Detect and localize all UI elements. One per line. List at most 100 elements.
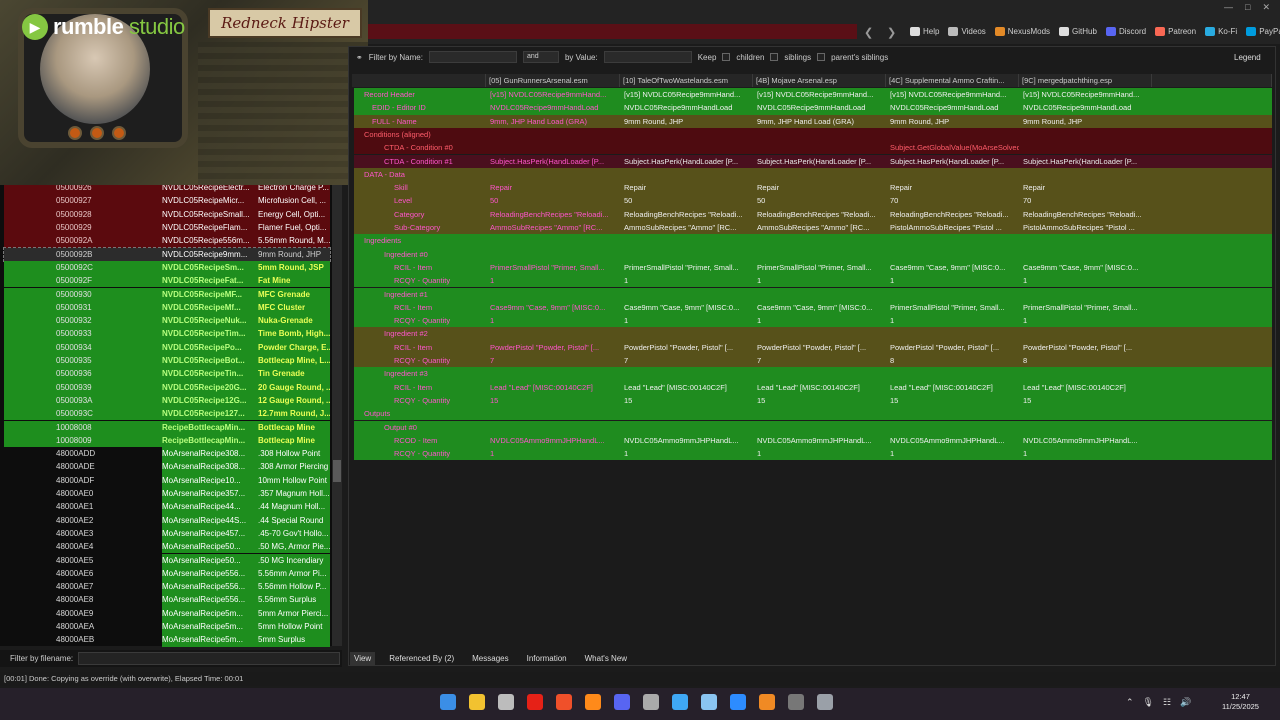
field-value-cell[interactable] (486, 128, 620, 141)
grid-row[interactable]: RCOD - Item NVDLC05Ammo9mmJHPHandL... NVDL… (354, 433, 1272, 448)
grid-row[interactable]: Skill Repair Repair Repair Repair Repair (354, 181, 1272, 195)
field-value-cell[interactable]: Lead "Lead" [MISC:00140C2F] (886, 381, 1019, 394)
record-list-row[interactable]: 0500092B NVDLC05Recipe9mm... 9mm Round, JH… (3, 246, 331, 262)
column-header[interactable]: [10] TaleOfTwoWastelands.esm (620, 74, 753, 87)
record-list-row[interactable]: 05000935 NVDLC05RecipeBot... Bottlecap Min… (4, 354, 330, 368)
back-arrow-icon[interactable]: ❮ (864, 26, 873, 39)
field-value-cell[interactable]: Subject.HasPerk(HandLoader [P... (886, 155, 1019, 168)
record-list-row[interactable]: 48000AE4 MoArsenalRecipe50... .50 MG, Armo… (4, 540, 330, 554)
tab-referenced-by-2[interactable]: Referenced By (2) (385, 652, 458, 665)
field-value-cell[interactable]: [v15] NVDLC05Recipe9mmHand... (886, 88, 1019, 101)
field-value-cell[interactable] (486, 234, 620, 247)
field-value-cell[interactable]: 70 (886, 194, 1019, 207)
field-value-cell[interactable]: 7 (620, 354, 753, 367)
file-explorer-icon[interactable] (469, 694, 485, 710)
record-list-row[interactable]: 0500093A NVDLC05Recipe12G... 12 Gauge Roun… (4, 393, 330, 408)
field-value-cell[interactable]: NVDLC05Recipe9mmHandLoad (886, 101, 1019, 114)
field-value-cell[interactable]: Subject.HasPerk(HandLoader [P... (486, 155, 620, 168)
field-value-cell[interactable]: NVDLC05Ammo9mmJHPHandL... (1019, 434, 1152, 447)
field-value-cell[interactable] (1019, 168, 1152, 181)
field-value-cell[interactable] (1019, 248, 1152, 261)
field-value-cell[interactable]: Lead "Lead" [MISC:00140C2F] (620, 381, 753, 394)
field-value-cell[interactable]: 1 (486, 447, 620, 460)
grid-row[interactable]: CTDA - Condition #1 Subject.HasPerk(HandL… (354, 154, 1272, 168)
network-icon[interactable]: ☷ (1163, 697, 1171, 708)
toolbar-link-discord[interactable]: Discord (1105, 27, 1146, 36)
minimize-icon[interactable]: — (1224, 2, 1233, 13)
field-value-cell[interactable]: ReloadingBenchRecipes "Reloadi... (753, 208, 886, 221)
filter-value-input[interactable] (603, 51, 692, 63)
field-value-cell[interactable]: 1 (886, 274, 1019, 287)
field-value-cell[interactable] (1019, 367, 1152, 380)
field-value-cell[interactable]: PowderPistol "Powder, Pistol" [... (886, 341, 1019, 354)
field-value-cell[interactable]: 1 (620, 274, 753, 287)
record-list-row[interactable]: 48000ADD MoArsenalRecipe308... .308 Hollow… (4, 447, 330, 461)
field-value-cell[interactable] (620, 248, 753, 261)
field-value-cell[interactable]: 1 (1019, 314, 1152, 327)
field-value-cell[interactable]: NVDLC05Ammo9mmJHPHandL... (620, 434, 753, 447)
grid-row[interactable]: Output #0 (354, 420, 1272, 434)
field-value-cell[interactable]: Lead "Lead" [MISC:00140C2F] (753, 381, 886, 394)
field-value-cell[interactable]: NVDLC05Ammo9mmJHPHandL... (753, 434, 886, 447)
column-header[interactable]: [05] GunRunnersArsenal.esm (486, 74, 620, 87)
record-list-row[interactable]: 48000ADE MoArsenalRecipe308... .308 Armor … (4, 460, 330, 474)
field-value-cell[interactable]: 15 (886, 394, 1019, 407)
record-list-row[interactable]: 48000AE3 MoArsenalRecipe457... .45-70 Gov'… (4, 526, 330, 541)
discord-icon[interactable] (614, 694, 630, 710)
firefox-icon[interactable] (585, 694, 601, 710)
vlc-icon[interactable] (759, 694, 775, 710)
field-value-cell[interactable]: 1 (486, 314, 620, 327)
toolbar-link-patreon[interactable]: Patreon (1155, 27, 1196, 36)
legend-button[interactable]: Legend (1234, 53, 1261, 62)
field-value-cell[interactable]: NVDLC05Recipe9mmHandLoad (1019, 101, 1152, 114)
field-value-cell[interactable]: PrimerSmallPistol "Primer, Small... (486, 261, 620, 274)
field-value-cell[interactable]: 70 (1019, 194, 1152, 207)
field-value-cell[interactable] (886, 168, 1019, 181)
field-value-cell[interactable]: [v15] NVDLC05Recipe9mmHand... (620, 88, 753, 101)
record-list-row[interactable]: 05000936 NVDLC05RecipeTin... Tin Grenade (4, 367, 330, 381)
field-value-cell[interactable]: 9mm, JHP Hand Load (GRA) (486, 115, 620, 128)
field-value-cell[interactable] (620, 367, 753, 380)
grid-row[interactable]: RCIL - Item PrimerSmallPistol "Primer, Sm… (354, 260, 1272, 275)
field-value-cell[interactable]: PowderPistol "Powder, Pistol" [... (620, 341, 753, 354)
grid-row[interactable]: Sub-Category AmmoSubRecipes "Ammo" [RC...… (354, 221, 1272, 235)
microphone-icon[interactable]: 🎙 (1143, 697, 1154, 708)
field-value-cell[interactable]: Lead "Lead" [MISC:00140C2F] (1019, 381, 1152, 394)
field-value-cell[interactable] (753, 327, 886, 340)
field-value-cell[interactable]: PowderPistol "Powder, Pistol" [... (1019, 341, 1152, 354)
field-value-cell[interactable]: 8 (1019, 354, 1152, 367)
field-value-cell[interactable] (1019, 128, 1152, 141)
field-value-cell[interactable] (1019, 288, 1152, 301)
toolbar-link-videos[interactable]: Videos (948, 27, 986, 36)
record-list-row[interactable]: 05000933 NVDLC05RecipeTim... Time Bomb, Hi… (4, 327, 330, 341)
field-value-cell[interactable]: 1 (1019, 274, 1152, 287)
field-value-cell[interactable] (1019, 421, 1152, 434)
game-icon[interactable] (788, 694, 804, 710)
toolbar-link-ko-fi[interactable]: Ko-Fi (1205, 27, 1237, 36)
record-list-row[interactable]: 05000931 NVDLC05RecipeMf... MFC Cluster (4, 300, 330, 315)
field-value-cell[interactable]: NVDLC05Ammo9mmJHPHandL... (886, 434, 1019, 447)
field-value-cell[interactable]: NVDLC05Recipe9mmHandLoad (620, 101, 753, 114)
close-icon[interactable]: ✕ (1262, 2, 1270, 13)
field-value-cell[interactable]: 1 (620, 314, 753, 327)
notepad-icon[interactable] (701, 694, 717, 710)
field-value-cell[interactable]: 8 (886, 354, 1019, 367)
siblings-checkbox[interactable] (770, 53, 779, 61)
field-value-cell[interactable]: NVDLC05Recipe9mmHandLoad (486, 101, 620, 114)
field-value-cell[interactable]: Case9mm "Case, 9mm" [MISC:0... (753, 301, 886, 314)
record-list-row[interactable]: 48000AE6 MoArsenalRecipe556... 5.56mm Armo… (4, 566, 330, 581)
field-value-cell[interactable] (486, 407, 620, 420)
field-value-cell[interactable] (886, 128, 1019, 141)
zoom-icon[interactable] (730, 694, 746, 710)
field-value-cell[interactable] (620, 168, 753, 181)
xbox-icon[interactable] (498, 694, 514, 710)
field-value-cell[interactable]: 50 (486, 194, 620, 207)
chevron-up-icon[interactable]: ⌃ (1126, 697, 1134, 708)
field-value-cell[interactable]: 15 (1019, 394, 1152, 407)
record-list-row[interactable]: 05000934 NVDLC05RecipePo... Powder Charge,… (4, 340, 330, 354)
field-value-cell[interactable] (886, 421, 1019, 434)
field-value-cell[interactable]: 1 (753, 447, 886, 460)
toolbar-link-help[interactable]: Help (910, 27, 939, 36)
record-list-row[interactable]: 48000AE7 MoArsenalRecipe556... 5.56mm Holl… (4, 580, 330, 594)
record-list-row[interactable]: 0500092C NVDLC05RecipeSm... 5mm Round, JSP (4, 260, 330, 275)
